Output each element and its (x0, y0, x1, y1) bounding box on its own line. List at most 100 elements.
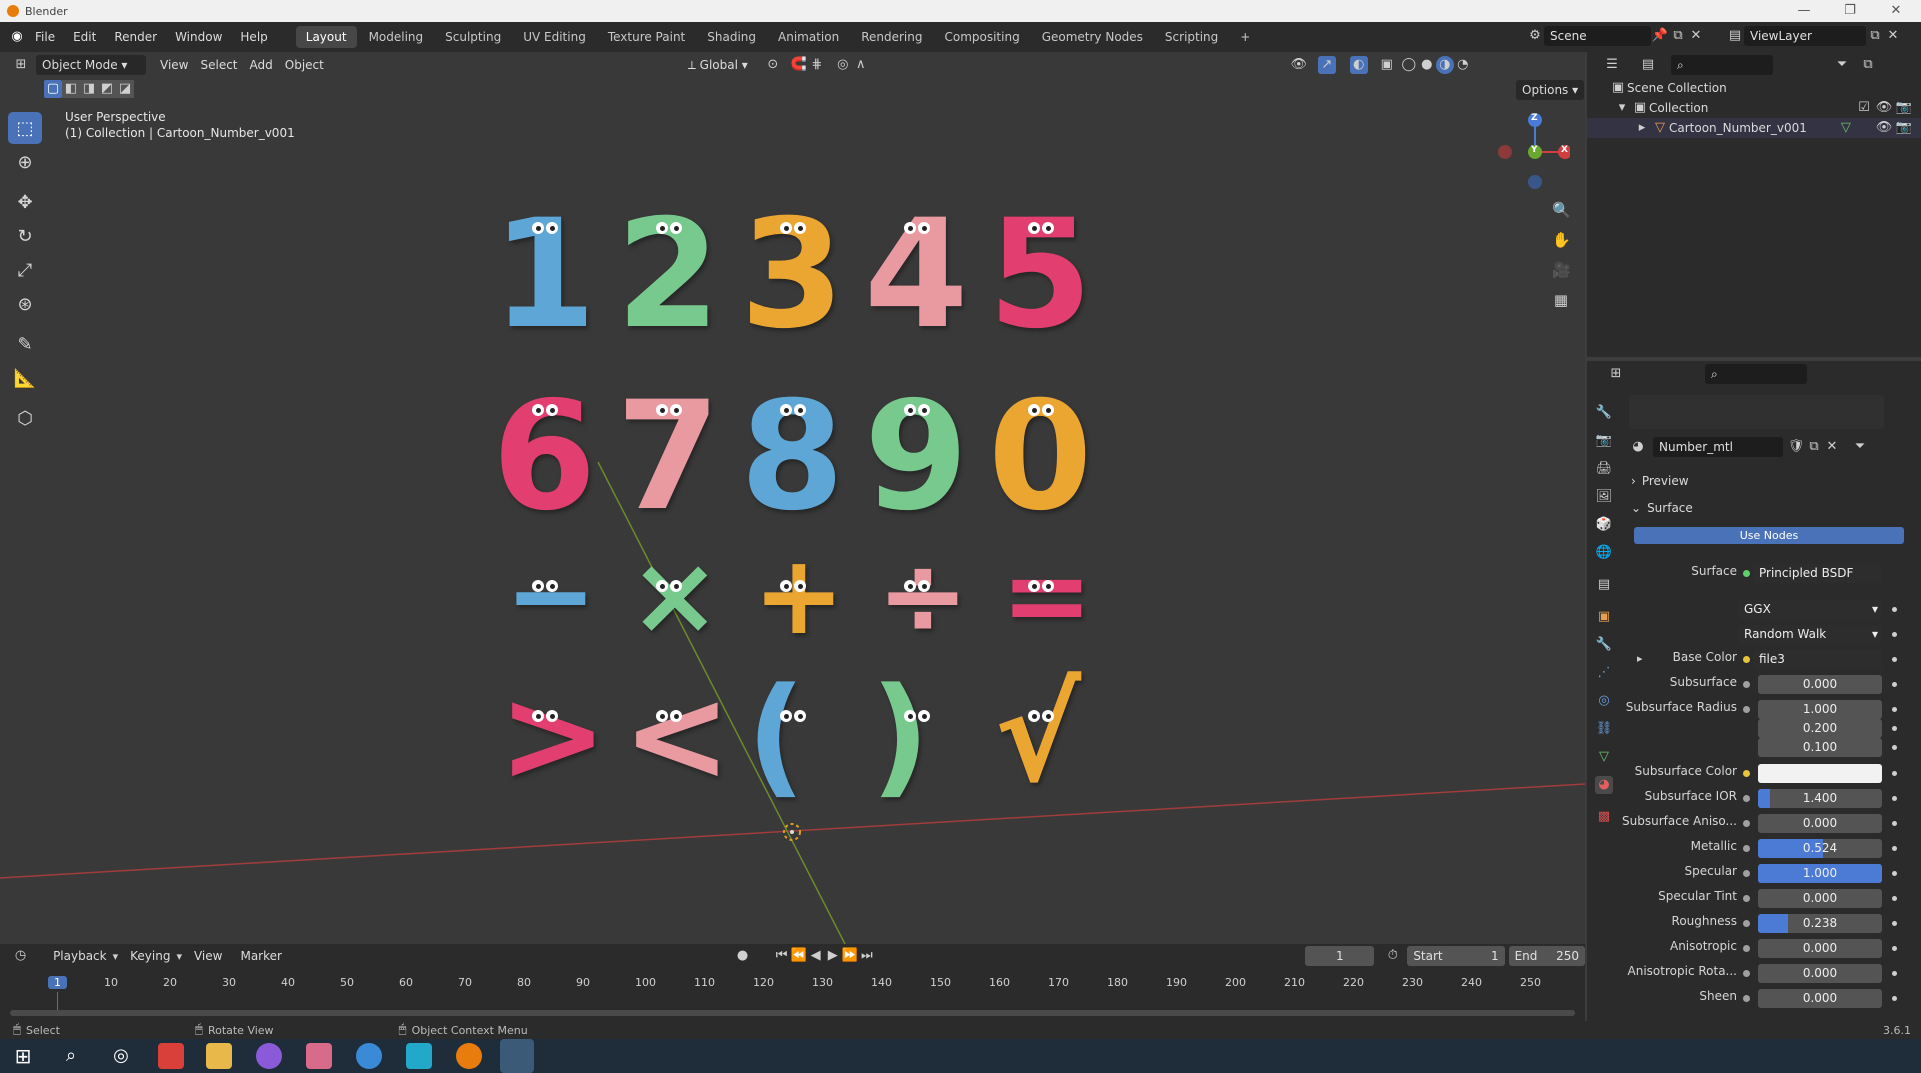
keyframe-dot-icon[interactable] (1892, 607, 1897, 612)
collection-tab-icon[interactable]: ▤ (1595, 576, 1613, 594)
tool-tab-icon[interactable]: 🔧 (1595, 404, 1613, 422)
material-shading-icon[interactable]: ◑ (1435, 56, 1454, 74)
distribution-dropdown[interactable]: GGX ▾ (1738, 600, 1882, 619)
tab-texture-paint[interactable]: Texture Paint (598, 26, 695, 48)
app-cat-icon[interactable] (306, 1043, 332, 1069)
select-box-tool[interactable]: ⬚ (8, 112, 42, 144)
zoom-icon[interactable]: 🔍 (1552, 201, 1571, 219)
viewlayer-icon[interactable]: ▤ (1726, 27, 1744, 45)
keyframe-dot-icon[interactable] (1892, 821, 1897, 826)
scene-icon[interactable]: ⚙ (1526, 27, 1544, 45)
surface-panel-header[interactable]: ⌄ Surface (1631, 498, 1901, 518)
scale-tool[interactable]: ⤢ (8, 254, 42, 286)
options-dropdown[interactable]: Options ▾ (1516, 80, 1585, 100)
unlink-material-icon[interactable]: ✕ (1823, 438, 1841, 456)
shader-socket-icon[interactable] (1743, 570, 1750, 577)
material-slots-list[interactable] (1629, 395, 1884, 429)
tab-uv-editing[interactable]: UV Editing (513, 26, 596, 48)
close-window-button[interactable]: ✕ (1873, 0, 1919, 22)
overlay-toggle-icon[interactable]: ◐ (1349, 56, 1368, 74)
outliner-search[interactable]: ⌕ (1671, 55, 1773, 75)
start-frame-field[interactable]: Start 1 (1407, 946, 1505, 966)
expand-chevron-icon[interactable]: ▾ (1613, 99, 1631, 117)
select-new-icon[interactable]: ▢ (44, 80, 62, 98)
github-icon[interactable] (256, 1043, 282, 1069)
tab-compositing[interactable]: Compositing (934, 26, 1029, 48)
new-viewlayer-icon[interactable]: ⧉ (1866, 27, 1884, 45)
app-3ds-icon[interactable] (500, 1039, 534, 1073)
snap-icon[interactable]: 🧲 (790, 56, 808, 74)
viewport-menu-add[interactable]: Add (244, 55, 279, 75)
add-workspace-button[interactable]: + (1230, 26, 1260, 48)
properties-type-icon[interactable]: ⊞ (1607, 365, 1625, 383)
tab-geometry-nodes[interactable]: Geometry Nodes (1032, 26, 1153, 48)
start-menu-icon[interactable]: ⊞ (10, 1043, 36, 1069)
subsurface-color-swatch[interactable] (1758, 764, 1882, 783)
surface-shader-field[interactable]: Principled BSDF (1753, 564, 1882, 583)
move-tool[interactable]: ✥ (8, 186, 42, 218)
keyframe-dot-icon[interactable] (1892, 726, 1897, 731)
outliner-scene-collection[interactable]: ▣ Scene Collection (1587, 78, 1921, 98)
viewport-menu-view[interactable]: View (154, 55, 194, 75)
keyframe-dot-icon[interactable] (1892, 896, 1897, 901)
delete-scene-icon[interactable]: ✕ (1687, 27, 1705, 45)
annotate-tool[interactable]: ✎ (8, 328, 42, 360)
keyframe-dot-icon[interactable] (1892, 971, 1897, 976)
scene-field[interactable]: Scene (1544, 26, 1651, 46)
search-icon[interactable]: ⌕ (58, 1043, 84, 1069)
duplicate-material-icon[interactable]: ⧉ (1805, 438, 1823, 456)
keyframe-dot-icon[interactable] (1892, 745, 1897, 750)
tab-shading[interactable]: Shading (697, 26, 766, 48)
tab-sculpting[interactable]: Sculpting (435, 26, 511, 48)
object-visibility-icon[interactable]: 👁 (1875, 119, 1893, 137)
value-socket-icon[interactable] (1743, 870, 1750, 877)
timeline-menu-view[interactable]: View (188, 946, 228, 966)
value-socket-icon[interactable] (1743, 845, 1750, 852)
task-view-icon[interactable]: ◎ (108, 1043, 134, 1069)
pan-hand-icon[interactable]: ✋ (1552, 231, 1571, 249)
visibility-icon[interactable]: 👁 (1290, 56, 1308, 74)
tab-modeling[interactable]: Modeling (359, 26, 434, 48)
filter-icon[interactable]: ⏷ (1833, 56, 1851, 74)
delete-viewlayer-icon[interactable]: ✕ (1884, 27, 1902, 45)
world-tab-icon[interactable]: 🌐 (1595, 544, 1613, 562)
collection-render-icon[interactable]: 📷 (1895, 99, 1913, 117)
value-socket-icon[interactable] (1743, 795, 1750, 802)
measure-tool[interactable]: 📐 (8, 362, 42, 394)
camera-view-icon[interactable]: 🎥 (1552, 261, 1571, 279)
xray-icon[interactable]: ▣ (1378, 56, 1396, 74)
outliner-object-row[interactable]: ▸ ▽ Cartoon_Number_v001 ▽ 👁 📷 (1587, 118, 1921, 138)
play-icon[interactable]: ▶ (824, 947, 841, 965)
subsurface-aniso--slider[interactable]: 0.000 (1758, 814, 1882, 833)
object-render-icon[interactable]: 📷 (1895, 119, 1913, 137)
outliner-type-icon[interactable]: ☰ (1603, 56, 1621, 74)
sheen-slider[interactable]: 0.000 (1758, 989, 1882, 1008)
constraints-tab-icon[interactable]: ⛓ (1595, 720, 1613, 738)
anisotropic-rota--slider[interactable]: 0.000 (1758, 964, 1882, 983)
app-s-icon[interactable] (158, 1043, 184, 1069)
viewport-menu-object[interactable]: Object (279, 55, 330, 75)
preview-panel-header[interactable]: › Preview (1631, 471, 1901, 491)
blender-taskbar-icon[interactable] (456, 1043, 482, 1069)
gizmo-toggle-icon[interactable]: ↗ (1317, 56, 1336, 74)
subsurface-slider[interactable]: 0.000 (1758, 675, 1882, 694)
menu-edit[interactable]: Edit (64, 22, 105, 52)
color-socket-icon[interactable] (1743, 656, 1750, 663)
value-socket-icon[interactable] (1743, 995, 1750, 1002)
restore-button[interactable]: ❐ (1827, 0, 1873, 22)
base-color-field[interactable]: file3 (1753, 650, 1882, 669)
playhead-frame[interactable]: 1 (48, 976, 67, 989)
keyframe-dot-icon[interactable] (1892, 682, 1897, 687)
perspective-toggle-icon[interactable]: ▦ (1552, 291, 1570, 309)
pin-icon[interactable]: 📌 (1651, 27, 1669, 45)
new-collection-icon[interactable]: ⧉ (1859, 56, 1877, 74)
material-browse-icon[interactable]: ◕ (1629, 438, 1647, 456)
prev-keyframe-icon[interactable]: ⏪ (790, 947, 807, 965)
menu-help[interactable]: Help (231, 22, 276, 52)
new-scene-icon[interactable]: ⧉ (1669, 27, 1687, 45)
tab-rendering[interactable]: Rendering (851, 26, 932, 48)
select-invert-icon[interactable]: ◩ (98, 80, 116, 98)
timeline-type-icon[interactable]: ◷ (12, 947, 29, 965)
end-frame-field[interactable]: End 250 (1508, 946, 1586, 966)
keyframe-dot-icon[interactable] (1892, 657, 1897, 662)
